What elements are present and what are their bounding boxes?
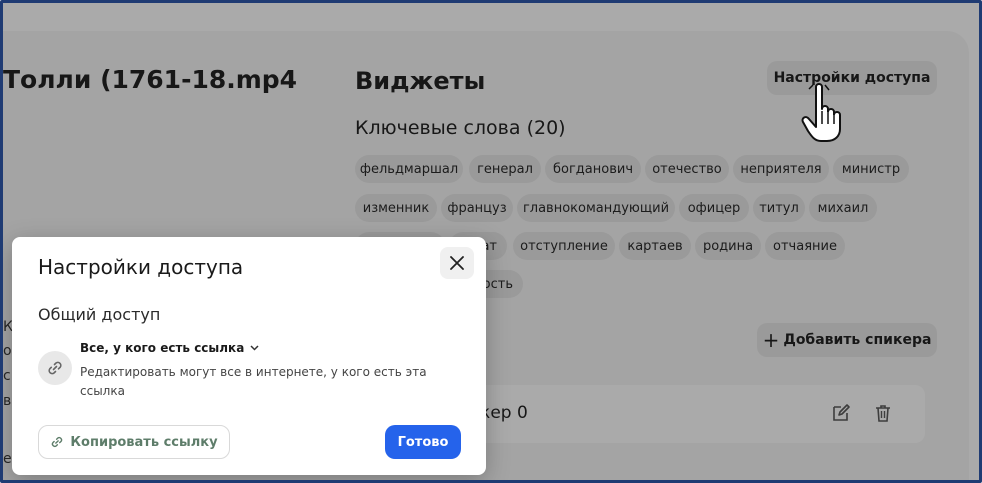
general-access-title: Общий доступ xyxy=(38,305,161,324)
access-description: Редактировать могут все в интернете, у к… xyxy=(80,365,427,398)
screenshot-frame: Толли (1761-18.mp4 Виджеты Настройки дос… xyxy=(0,0,982,483)
close-button[interactable] xyxy=(440,247,474,279)
hand-pointer-icon xyxy=(801,83,841,142)
close-icon xyxy=(450,256,464,270)
access-level-label: Все, у кого есть ссылка xyxy=(80,341,245,355)
access-level-dropdown[interactable]: Все, у кого есть ссылка xyxy=(80,341,259,355)
link-icon xyxy=(52,436,63,448)
link-icon xyxy=(38,351,72,385)
copy-link-button[interactable]: Копировать ссылку xyxy=(38,425,230,459)
dialog-title: Настройки доступа xyxy=(38,255,244,279)
access-settings-dialog: Настройки доступа Общий доступ Все, у ко… xyxy=(12,237,486,475)
chevron-down-icon xyxy=(250,345,259,351)
done-button[interactable]: Готово xyxy=(385,425,461,459)
copy-link-label: Копировать ссылку xyxy=(70,434,218,450)
